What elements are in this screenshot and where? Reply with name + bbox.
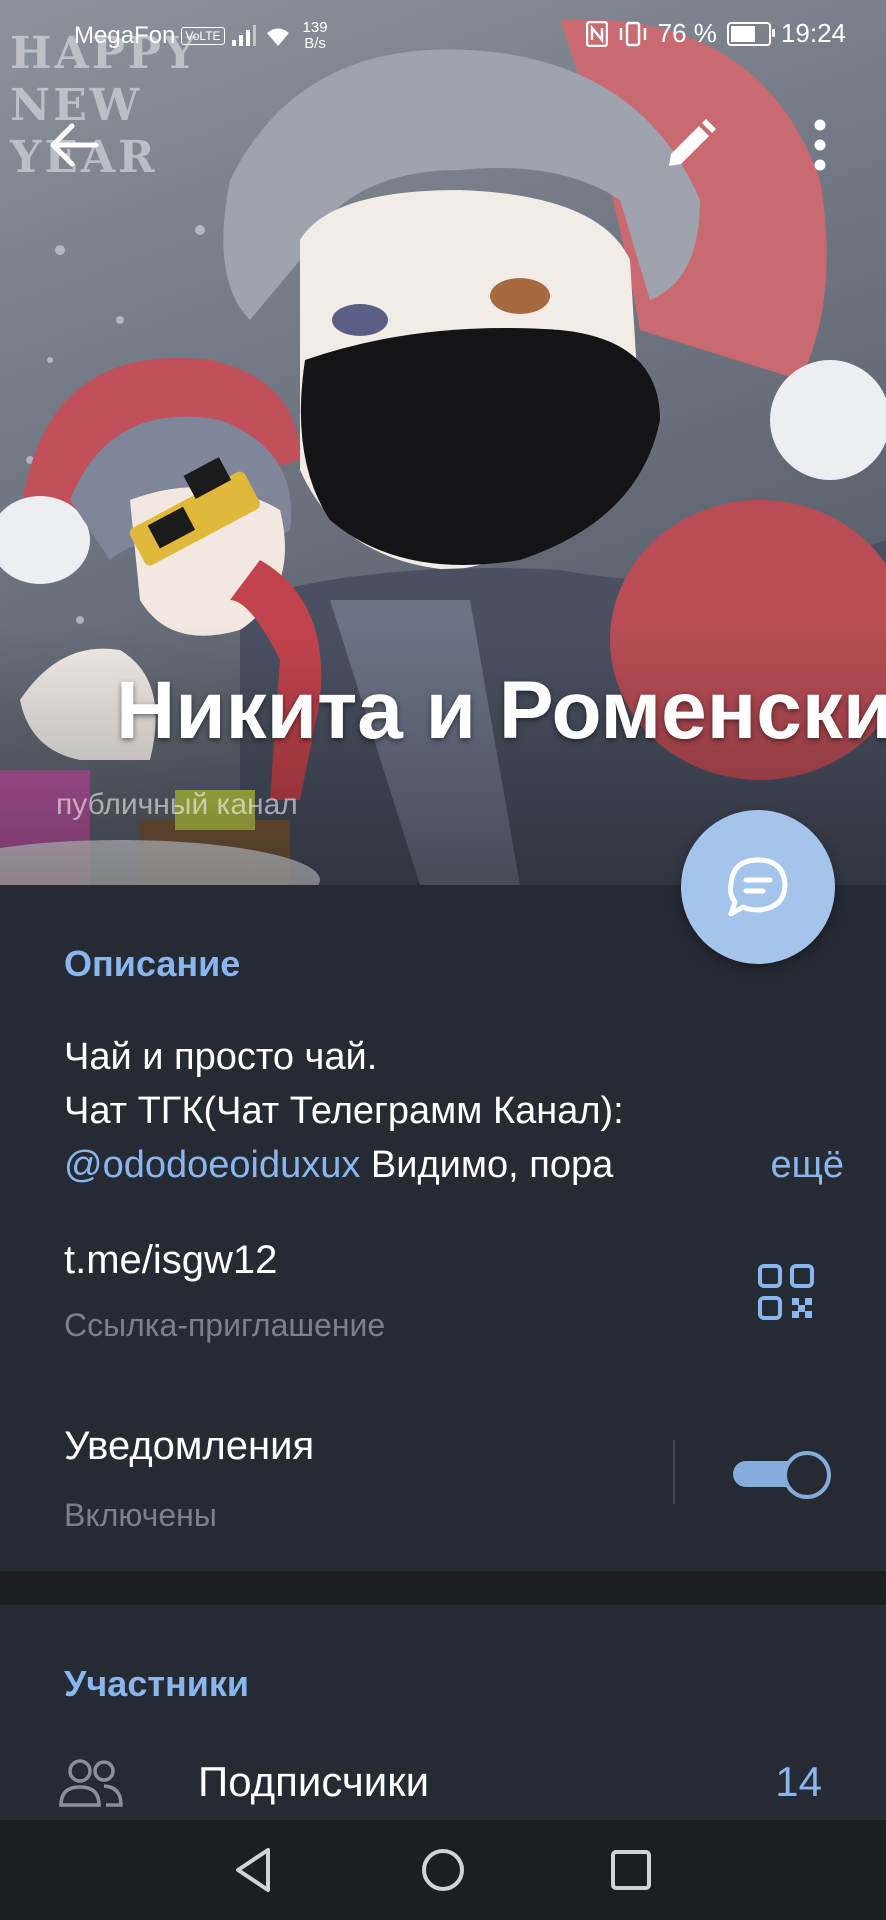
carrier-name: MegaFon: [74, 22, 176, 49]
system-navigation-bar: [0, 1820, 886, 1920]
chat-bubble-icon: [728, 857, 788, 917]
description-line-1: Чай и просто чай.: [64, 1036, 378, 1078]
members-section: [0, 1605, 886, 1820]
network-speed: 139 B/s: [303, 20, 328, 52]
invite-link[interactable]: t.me/isgw12: [64, 1238, 277, 1283]
more-menu-button[interactable]: [790, 110, 850, 180]
show-more-link[interactable]: ещё: [720, 1138, 844, 1192]
channel-title: Никита и Роменский: [116, 665, 886, 756]
clock: 19:24: [780, 18, 846, 48]
description-heading: Описание: [64, 943, 241, 984]
channel-type: публичный канал: [56, 788, 298, 821]
mention-link[interactable]: @ododoeoiduxux: [64, 1144, 360, 1186]
people-icon: [58, 1757, 124, 1809]
section-separator: [0, 1571, 886, 1605]
nfc-icon: [585, 20, 608, 47]
square-recents-icon: [611, 1850, 651, 1890]
signal-icon: [231, 25, 256, 46]
discussion-chat-button[interactable]: [681, 810, 835, 964]
nav-home-button[interactable]: [413, 1840, 473, 1900]
members-heading: Участники: [64, 1663, 249, 1704]
network-speed-unit: B/s: [304, 35, 326, 52]
notifications-label: Уведомления: [64, 1424, 315, 1468]
battery-icon: [726, 21, 775, 46]
notifications-status: Включены: [64, 1497, 217, 1533]
qr-code-button[interactable]: [756, 1262, 816, 1322]
edit-button[interactable]: [655, 110, 725, 180]
row-divider: [673, 1440, 675, 1504]
description-line-3: @ododoeoiduxux Видимо, пора ещё: [64, 1138, 844, 1192]
pencil-icon: [669, 119, 716, 166]
volte-badge: VoLTE: [181, 27, 225, 45]
back-button[interactable]: [40, 110, 110, 180]
subscribers-label[interactable]: Подписчики: [198, 1758, 429, 1806]
description-line-2: Чат ТГК(Чат Телеграмм Канал):: [64, 1090, 624, 1132]
toggle-knob: [783, 1451, 831, 1499]
circle-home-icon: [422, 1849, 464, 1891]
status-bar: MegaFon VoLTE 139 B/s 76 % 19:24: [0, 0, 886, 66]
notifications-toggle[interactable]: [733, 1448, 831, 1499]
nav-back-button[interactable]: [224, 1840, 284, 1900]
battery-fill: [730, 25, 756, 42]
description-text: Чай и просто чай. Чат ТГК(Чат Телеграмм …: [64, 1030, 844, 1192]
arrow-left-icon: [50, 123, 99, 167]
more-vertical-icon: [814, 119, 826, 171]
vibrate-icon: [619, 21, 646, 46]
nav-recents-button[interactable]: [601, 1840, 661, 1900]
network-speed-value: 139: [302, 19, 328, 36]
wifi-icon: [266, 28, 289, 46]
battery-percent: 76 %: [657, 18, 717, 48]
triangle-back-icon: [236, 1848, 270, 1892]
status-left: MegaFon VoLTE 139 B/s: [74, 20, 328, 52]
description-line-3-text: Видимо, пора: [360, 1144, 614, 1186]
subscribers-count: 14: [775, 1758, 822, 1805]
invite-link-label: Ссылка-приглашение: [64, 1307, 386, 1343]
status-right: 76 % 19:24: [585, 18, 846, 49]
qr-code-icon: [758, 1264, 814, 1320]
